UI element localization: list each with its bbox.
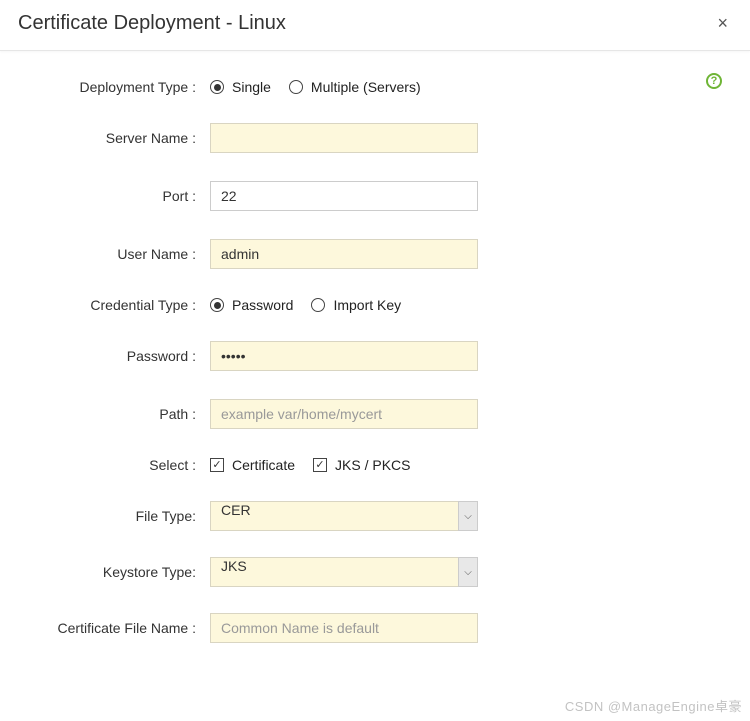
- radio-icon: [210, 298, 224, 312]
- checkbox-icon: ✓: [313, 458, 327, 472]
- radio-import-key[interactable]: Import Key: [311, 297, 401, 313]
- watermark: CSDN @ManageEngine卓豪: [565, 696, 742, 715]
- checkbox-certificate[interactable]: ✓ Certificate: [210, 457, 295, 473]
- radio-label: Multiple (Servers): [311, 79, 421, 95]
- radio-password[interactable]: Password: [210, 297, 293, 313]
- row-password: Password :: [20, 341, 730, 371]
- label-select: Select :: [20, 457, 210, 473]
- label-deployment-type: Deployment Type :: [20, 79, 210, 95]
- row-cert-file-name: Certificate File Name :: [20, 613, 730, 643]
- radio-label: Password: [232, 297, 293, 313]
- radio-icon: [289, 80, 303, 94]
- row-credential-type: Credential Type : Password Import Key: [20, 297, 730, 313]
- label-path: Path :: [20, 406, 210, 422]
- radio-icon: [210, 80, 224, 94]
- row-path: Path :: [20, 399, 730, 429]
- radio-label: Import Key: [333, 297, 401, 313]
- row-select: Select : ✓ Certificate ✓ JKS / PKCS: [20, 457, 730, 473]
- user-name-input[interactable]: [210, 239, 478, 269]
- file-type-select[interactable]: CER: [210, 501, 478, 531]
- checkbox-jks-pkcs[interactable]: ✓ JKS / PKCS: [313, 457, 410, 473]
- label-user-name: User Name :: [20, 246, 210, 262]
- help-icon[interactable]: ?: [706, 73, 722, 89]
- row-keystore-type: Keystore Type: JKS ⌵: [20, 557, 730, 587]
- label-password: Password :: [20, 348, 210, 364]
- row-deployment-type: Deployment Type : Single Multiple (Serve…: [20, 79, 730, 95]
- dialog-header: Certificate Deployment - Linux ×: [0, 0, 750, 51]
- keystore-type-select[interactable]: JKS: [210, 557, 478, 587]
- label-cert-file-name: Certificate File Name :: [20, 620, 210, 636]
- dialog-title: Certificate Deployment - Linux: [18, 12, 286, 35]
- radio-multiple[interactable]: Multiple (Servers): [289, 79, 421, 95]
- radio-label: Single: [232, 79, 271, 95]
- checkbox-label: JKS / PKCS: [335, 457, 410, 473]
- cert-file-name-input[interactable]: [210, 613, 478, 643]
- row-server-name: Server Name :: [20, 123, 730, 153]
- radio-icon: [311, 298, 325, 312]
- label-keystore-type: Keystore Type:: [20, 564, 210, 580]
- form-area: ? Deployment Type : Single Multiple (Ser…: [0, 51, 750, 681]
- port-input[interactable]: [210, 181, 478, 211]
- label-file-type: File Type:: [20, 508, 210, 524]
- radio-single[interactable]: Single: [210, 79, 271, 95]
- row-file-type: File Type: CER ⌵: [20, 501, 730, 531]
- close-icon[interactable]: ×: [713, 13, 732, 34]
- row-port: Port :: [20, 181, 730, 211]
- path-input[interactable]: [210, 399, 478, 429]
- checkbox-label: Certificate: [232, 457, 295, 473]
- label-port: Port :: [20, 188, 210, 204]
- server-name-input[interactable]: [210, 123, 478, 153]
- checkbox-icon: ✓: [210, 458, 224, 472]
- row-user-name: User Name :: [20, 239, 730, 269]
- password-input[interactable]: [210, 341, 478, 371]
- label-credential-type: Credential Type :: [20, 297, 210, 313]
- label-server-name: Server Name :: [20, 130, 210, 146]
